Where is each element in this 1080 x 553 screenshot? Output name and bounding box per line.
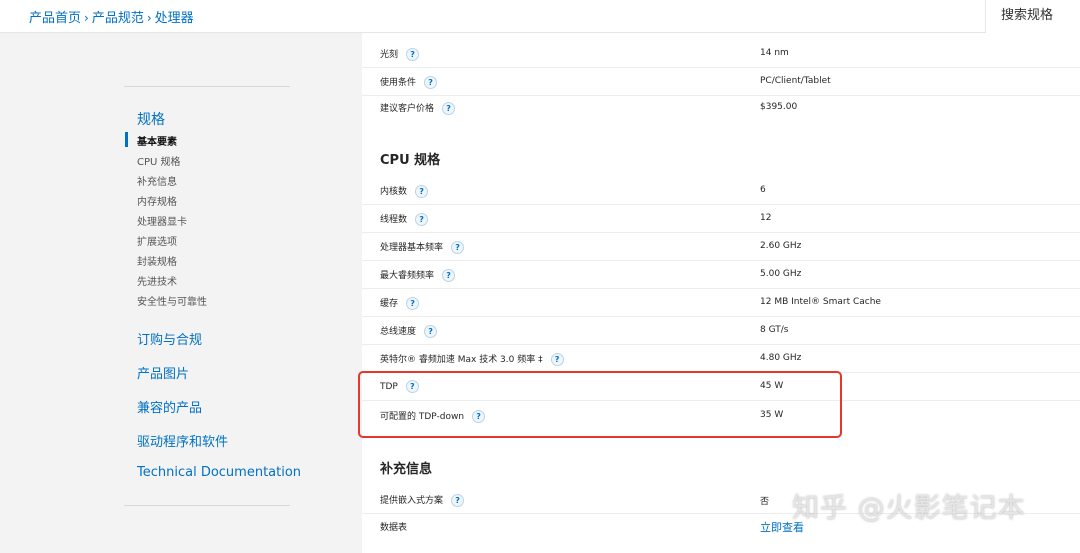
spec-value: 2.60 GHz <box>760 241 802 251</box>
help-icon[interactable]: ? <box>415 213 429 226</box>
help-icon[interactable]: ? <box>406 297 420 310</box>
sidebar-link-ordering[interactable]: 订购与合规 <box>137 329 202 348</box>
sidebar-item-package[interactable]: 封装规格 <box>137 253 177 268</box>
spec-value: 6 <box>760 185 766 195</box>
spec-row: 缓存? 12 MB Intel® Smart Cache <box>362 289 1080 317</box>
spec-label: 总线速度? <box>380 324 438 338</box>
spec-value: 14 nm <box>760 48 789 58</box>
tdp-highlight-box <box>358 371 842 438</box>
breadcrumb-home[interactable]: 产品首页 <box>29 11 81 26</box>
sidebar-link-tech-docs[interactable]: Technical Documentation <box>137 465 301 480</box>
help-icon[interactable]: ? <box>424 76 438 89</box>
active-indicator <box>125 132 128 147</box>
help-icon[interactable]: ? <box>415 185 429 198</box>
spec-value: 12 MB Intel® Smart Cache <box>760 297 881 307</box>
spec-label: 处理器基本频率? <box>380 240 465 254</box>
spec-value: $395.00 <box>760 102 798 112</box>
spec-label: 提供嵌入式方案? <box>380 493 465 507</box>
spec-row: 建议客户价格? $395.00 <box>362 94 1080 122</box>
sidebar-item-advanced-tech[interactable]: 先进技术 <box>137 273 177 288</box>
spec-row: 内核数? 6 <box>362 177 1080 205</box>
sidebar-item-security[interactable]: 安全性与可靠性 <box>137 293 207 308</box>
sidebar-link-images[interactable]: 产品图片 <box>137 363 189 382</box>
spec-row: 处理器基本频率? 2.60 GHz <box>362 233 1080 261</box>
sidebar-item-essentials[interactable]: 基本要素 <box>137 133 177 148</box>
help-icon[interactable]: ? <box>442 269 456 282</box>
sidebar-link-compatible[interactable]: 兼容的产品 <box>137 397 202 416</box>
spec-value: 5.00 GHz <box>760 269 802 279</box>
breadcrumb: 产品首页 › 产品规范 › 处理器 <box>29 7 194 26</box>
spec-label: 最大睿频频率? <box>380 268 456 282</box>
top-bar: 产品首页 › 产品规范 › 处理器 搜索规格 <box>0 0 1080 33</box>
spec-value: 4.80 GHz <box>760 353 802 363</box>
help-icon[interactable]: ? <box>406 48 420 61</box>
section-title-cpu: CPU 规格 <box>380 153 441 168</box>
section-title-supplemental: 补充信息 <box>380 462 433 477</box>
spec-row: 最大睿频频率? 5.00 GHz <box>362 261 1080 289</box>
sidebar-link-drivers[interactable]: 驱动程序和软件 <box>137 431 228 450</box>
sidebar-divider <box>124 505 290 506</box>
spec-row: 英特尔® 睿频加速 Max 技术 3.0 频率 ‡? 4.80 GHz <box>362 345 1080 373</box>
breadcrumb-separator: › <box>84 11 89 25</box>
help-icon[interactable]: ? <box>451 241 465 254</box>
breadcrumb-product-specs[interactable]: 产品规范 <box>92 11 144 26</box>
help-icon[interactable]: ? <box>424 325 438 338</box>
breadcrumb-separator: › <box>146 11 152 25</box>
help-icon[interactable]: ? <box>442 102 456 115</box>
search-specs-button[interactable]: 搜索规格 <box>985 0 1080 33</box>
help-icon[interactable]: ? <box>550 353 564 366</box>
spec-value: 12 <box>760 213 772 223</box>
help-icon[interactable]: ? <box>451 494 465 507</box>
spec-label: 光刻? <box>380 47 420 61</box>
spec-label: 缓存? <box>380 296 420 310</box>
sidebar-item-graphics[interactable]: 处理器显卡 <box>137 213 187 228</box>
spec-label: 数据表 <box>380 523 408 533</box>
spec-row: 使用条件? PC/Client/Tablet <box>362 68 1080 96</box>
spec-value: PC/Client/Tablet <box>760 76 831 86</box>
spec-value: 8 GT/s <box>760 325 789 335</box>
spec-label: 使用条件? <box>380 75 438 89</box>
sidebar-divider <box>124 86 290 87</box>
sidebar-item-cpu-specs[interactable]: CPU 规格 <box>137 153 181 168</box>
spec-label: 线程数? <box>380 212 429 226</box>
spec-row: 光刻? 14 nm <box>362 40 1080 68</box>
spec-value: 否 <box>760 497 770 507</box>
sidebar-item-memory[interactable]: 内存规格 <box>137 193 177 208</box>
watermark: 知乎 @火影笔记本 <box>792 493 1026 524</box>
spec-label: 内核数? <box>380 184 429 198</box>
sidebar-group-specs[interactable]: 规格 <box>137 109 165 129</box>
sidebar-item-expansion[interactable]: 扩展选项 <box>137 233 177 248</box>
breadcrumb-processors[interactable]: 处理器 <box>155 11 194 26</box>
spec-label: 英特尔® 睿频加速 Max 技术 3.0 频率 ‡? <box>380 352 564 366</box>
spec-row: 线程数? 12 <box>362 205 1080 233</box>
spec-label: 建议客户价格? <box>380 101 456 115</box>
spec-row: 总线速度? 8 GT/s <box>362 317 1080 345</box>
sidebar-item-supplemental[interactable]: 补充信息 <box>137 173 177 188</box>
